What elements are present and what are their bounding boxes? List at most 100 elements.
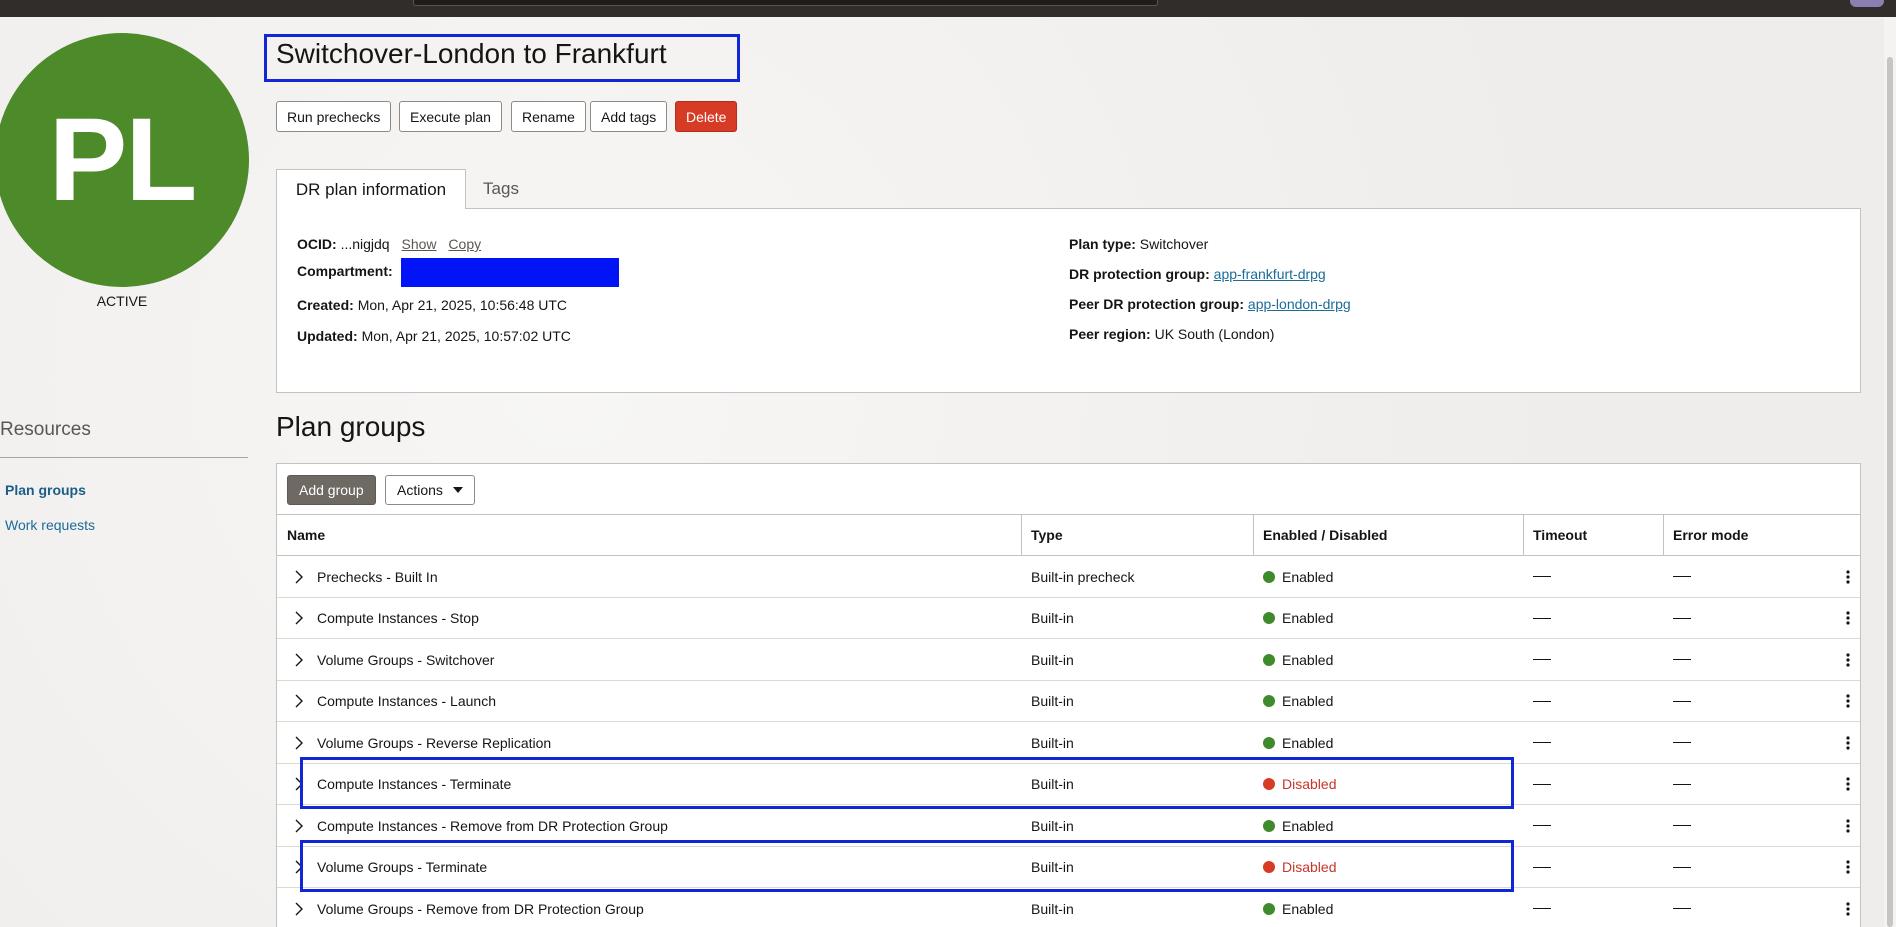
created-row: Created: Mon, Apr 21, 2025, 10:56:48 UTC bbox=[297, 297, 567, 313]
chevron-right-icon[interactable] bbox=[290, 888, 308, 927]
row-actions-kebab-icon[interactable] bbox=[1841, 805, 1855, 846]
drpg-link[interactable]: app-frankfurt-drpg bbox=[1214, 266, 1326, 282]
row-actions-kebab-icon[interactable] bbox=[1841, 556, 1855, 597]
status-dot-icon bbox=[1263, 861, 1275, 873]
status-dot-icon bbox=[1263, 736, 1275, 749]
row-type: Built-in bbox=[1031, 859, 1074, 875]
rename-button[interactable]: Rename bbox=[511, 101, 586, 132]
ocid-copy-link[interactable]: Copy bbox=[448, 236, 481, 252]
row-name: Volume Groups - Remove from DR Protectio… bbox=[317, 900, 644, 917]
chevron-right-icon[interactable] bbox=[290, 556, 308, 597]
empty-dash-icon bbox=[1673, 783, 1691, 785]
resources-link-work-requests[interactable]: Work requests bbox=[5, 517, 95, 533]
row-timeout bbox=[1533, 681, 1551, 722]
status-label: Enabled bbox=[1282, 817, 1334, 834]
global-search-input[interactable] bbox=[413, 0, 1158, 6]
row-timeout bbox=[1533, 847, 1551, 888]
row-actions-kebab-icon[interactable] bbox=[1841, 764, 1855, 805]
row-status: Enabled bbox=[1263, 556, 1333, 597]
tab-dr-plan-information[interactable]: DR plan information bbox=[276, 169, 466, 209]
row-type: Built-in bbox=[1031, 693, 1074, 709]
column-header-enabled[interactable]: Enabled / Disabled bbox=[1253, 515, 1387, 555]
page-scrollbar[interactable] bbox=[1884, 17, 1896, 927]
row-timeout bbox=[1533, 722, 1551, 763]
peer-region-label: Peer region: bbox=[1069, 326, 1151, 342]
empty-dash-icon bbox=[1533, 700, 1551, 702]
column-header-type[interactable]: Type bbox=[1021, 515, 1063, 555]
chevron-right-icon[interactable] bbox=[290, 722, 308, 763]
run-prechecks-button[interactable]: Run prechecks bbox=[276, 101, 392, 132]
table-row[interactable]: Volume Groups - Reverse Replication Built… bbox=[277, 722, 1860, 764]
empty-dash-icon bbox=[1533, 866, 1551, 868]
row-actions-kebab-icon[interactable] bbox=[1841, 847, 1855, 888]
execute-plan-button[interactable]: Execute plan bbox=[399, 101, 502, 132]
delete-button[interactable]: Delete bbox=[675, 101, 738, 132]
table-row[interactable]: Compute Instances - Terminate Built-in Dis… bbox=[277, 764, 1860, 805]
scrollbar-thumb[interactable] bbox=[1887, 57, 1893, 927]
column-header-timeout[interactable]: Timeout bbox=[1523, 515, 1587, 555]
row-actions-kebab-icon[interactable] bbox=[1841, 722, 1855, 763]
drpg-label: DR protection group: bbox=[1069, 266, 1210, 282]
updated-row: Updated: Mon, Apr 21, 2025, 10:57:02 UTC bbox=[297, 328, 571, 344]
resources-divider bbox=[0, 457, 248, 458]
row-actions-kebab-icon[interactable] bbox=[1841, 639, 1855, 680]
table-row[interactable]: Volume Groups - Switchover Built-in Enable… bbox=[277, 639, 1860, 681]
empty-dash-icon bbox=[1673, 825, 1691, 826]
chevron-right-icon[interactable] bbox=[290, 681, 308, 722]
status-label: Enabled bbox=[1282, 693, 1334, 709]
peer-drpg-link[interactable]: app-london-drpg bbox=[1248, 296, 1351, 312]
empty-dash-icon bbox=[1673, 908, 1691, 909]
row-error-mode bbox=[1673, 639, 1691, 680]
created-label: Created: bbox=[297, 297, 354, 313]
actions-label: Actions bbox=[397, 482, 443, 498]
row-status: Enabled bbox=[1263, 681, 1333, 722]
table-row[interactable]: Prechecks - Built In Built-in precheck Ena… bbox=[277, 556, 1860, 598]
chevron-right-icon[interactable] bbox=[290, 598, 308, 639]
table-row[interactable]: Compute Instances - Launch Built-in Enable… bbox=[277, 681, 1860, 722]
chevron-right-icon[interactable] bbox=[290, 805, 308, 846]
row-actions-kebab-icon[interactable] bbox=[1841, 598, 1855, 639]
peer-region-row: Peer region: UK South (London) bbox=[1069, 326, 1274, 342]
row-status: Disabled bbox=[1263, 764, 1336, 805]
column-header-name[interactable]: Name bbox=[277, 515, 325, 555]
column-header-error-mode[interactable]: Error mode bbox=[1663, 515, 1748, 555]
row-timeout bbox=[1533, 805, 1551, 846]
user-menu-avatar[interactable] bbox=[1850, 0, 1884, 7]
add-tags-button[interactable]: Add tags bbox=[590, 101, 668, 132]
tab-tags[interactable]: Tags bbox=[466, 169, 536, 209]
ocid-value: ...nigjdq bbox=[340, 236, 390, 252]
row-type: Built-in bbox=[1031, 776, 1074, 792]
plan-type-label: Plan type: bbox=[1069, 236, 1136, 252]
ocid-show-link[interactable]: Show bbox=[402, 236, 437, 252]
row-actions-kebab-icon[interactable] bbox=[1841, 888, 1855, 927]
status-dot-icon bbox=[1263, 695, 1275, 707]
chevron-right-icon[interactable] bbox=[290, 639, 308, 680]
empty-dash-icon bbox=[1533, 576, 1551, 577]
chevron-right-icon[interactable] bbox=[290, 847, 308, 888]
add-group-button[interactable]: Add group bbox=[287, 475, 376, 505]
table-row[interactable]: Volume Groups - Terminate Built-in Disable… bbox=[277, 847, 1860, 888]
row-timeout bbox=[1533, 764, 1551, 805]
table-row[interactable]: Volume Groups - Remove from DR Protectio… bbox=[277, 888, 1860, 927]
row-error-mode bbox=[1673, 556, 1691, 597]
empty-dash-icon bbox=[1533, 783, 1551, 785]
row-name: Volume Groups - Terminate bbox=[317, 859, 488, 875]
table-row[interactable]: Compute Instances - Stop Built-in Enabled bbox=[277, 598, 1860, 639]
row-status: Disabled bbox=[1263, 847, 1336, 888]
title-highlight-box bbox=[264, 34, 740, 82]
row-status: Enabled bbox=[1263, 888, 1333, 927]
row-error-mode bbox=[1673, 764, 1691, 805]
drpg-row: DR protection group: app-frankfurt-drpg bbox=[1069, 266, 1326, 282]
row-name: Compute Instances - Terminate bbox=[317, 776, 512, 792]
empty-dash-icon bbox=[1673, 617, 1691, 619]
table-row[interactable]: Compute Instances - Remove from DR Prote… bbox=[277, 805, 1860, 847]
row-actions-kebab-icon[interactable] bbox=[1841, 681, 1855, 722]
row-timeout bbox=[1533, 639, 1551, 680]
status-label: Enabled bbox=[1282, 900, 1334, 917]
caret-down-icon bbox=[452, 487, 463, 493]
plan-groups-heading: Plan groups bbox=[276, 411, 426, 442]
actions-dropdown-button[interactable]: Actions bbox=[385, 475, 475, 505]
resources-heading: Resources bbox=[0, 419, 91, 440]
chevron-right-icon[interactable] bbox=[290, 764, 308, 805]
resources-link-plan-groups[interactable]: Plan groups bbox=[5, 482, 86, 498]
